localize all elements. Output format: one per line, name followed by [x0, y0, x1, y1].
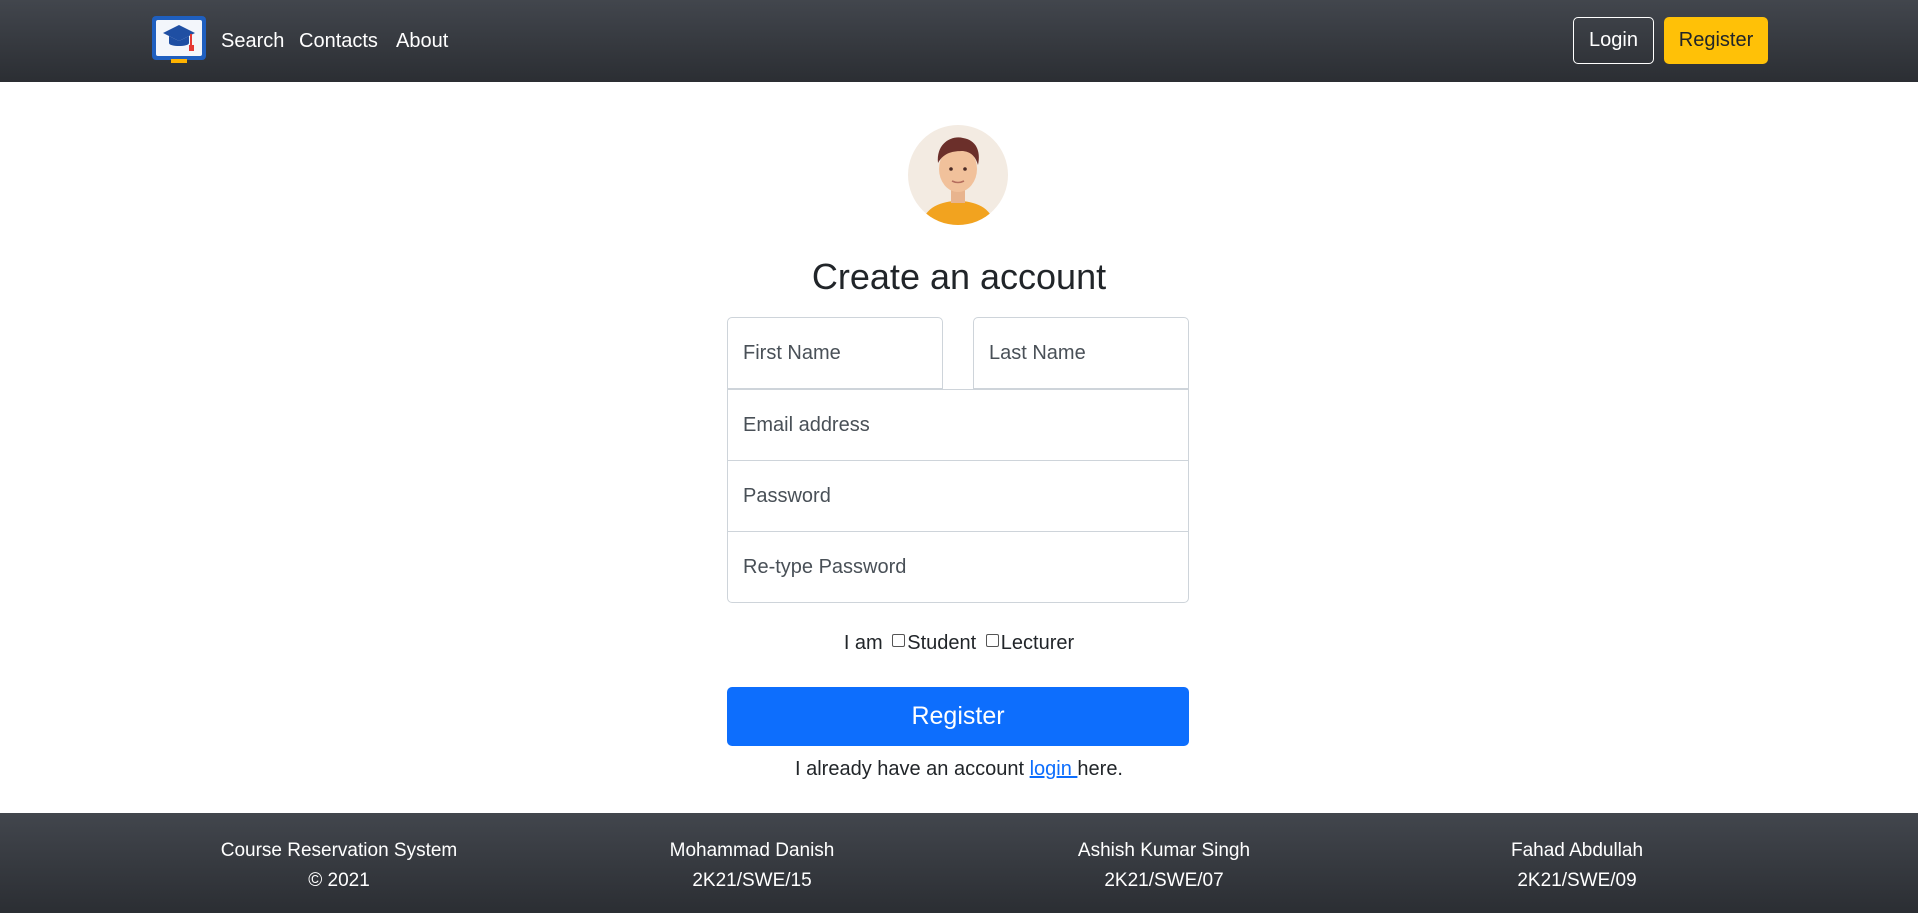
student-checkbox[interactable] — [892, 634, 906, 647]
login-button[interactable]: Login — [1573, 17, 1654, 64]
footer-line: Mohammad Danish — [669, 840, 835, 861]
footer-column: Mohammad Danish 2K21/SWE/15 — [552, 836, 952, 896]
nav-about-link[interactable]: About — [396, 28, 448, 54]
footer-line: Course Reservation System — [220, 840, 458, 861]
footer-column: Course Reservation System © 2021 — [139, 836, 539, 896]
retype-password-input[interactable]: Re-type Password — [727, 531, 1189, 603]
already-suffix: here. — [1077, 758, 1123, 780]
login-prompt: I already have an account login here. — [0, 756, 1918, 782]
register-nav-button[interactable]: Register — [1664, 17, 1768, 64]
register-submit-button[interactable]: Register — [727, 687, 1189, 746]
iam-label: I am — [843, 632, 883, 654]
student-label[interactable]: Student — [907, 632, 976, 654]
footer-line: 2K21/SWE/15 — [692, 870, 812, 891]
top-navbar: Search Contacts About Login Register — [0, 0, 1918, 82]
footer-line: 2K21/SWE/07 — [1104, 870, 1224, 891]
footer-column: Fahad Abdullah 2K21/SWE/09 — [1377, 836, 1777, 896]
login-link[interactable]: login — [1030, 758, 1078, 780]
nav-search-link[interactable]: Search — [221, 28, 284, 54]
role-selector: I am Student Lecturer — [0, 630, 1918, 656]
lecturer-checkbox[interactable] — [985, 634, 999, 647]
graduation-laptop-logo-icon[interactable] — [151, 15, 207, 65]
footer-column: Ashish Kumar Singh 2K21/SWE/07 — [964, 836, 1364, 896]
footer-line: Ashish Kumar Singh — [1077, 840, 1251, 861]
lecturer-label[interactable]: Lecturer — [1001, 632, 1074, 654]
nav-contacts-link[interactable]: Contacts — [299, 28, 378, 54]
last-name-input[interactable]: Last Name — [973, 317, 1189, 389]
user-avatar-icon — [908, 125, 1008, 225]
already-prefix: I already have an account — [794, 758, 1025, 780]
footer-line: Fahad Abdullah — [1510, 840, 1644, 861]
email-input[interactable]: Email address — [727, 389, 1189, 461]
footer: Course Reservation System © 2021 Mohamma… — [0, 813, 1918, 913]
footer-line: 2K21/SWE/09 — [1517, 870, 1637, 891]
password-input[interactable]: Password — [727, 460, 1189, 532]
page-title: Create an account — [811, 256, 1107, 297]
footer-line: © 2021 — [308, 870, 370, 891]
first-name-input[interactable]: First Name — [727, 317, 943, 389]
